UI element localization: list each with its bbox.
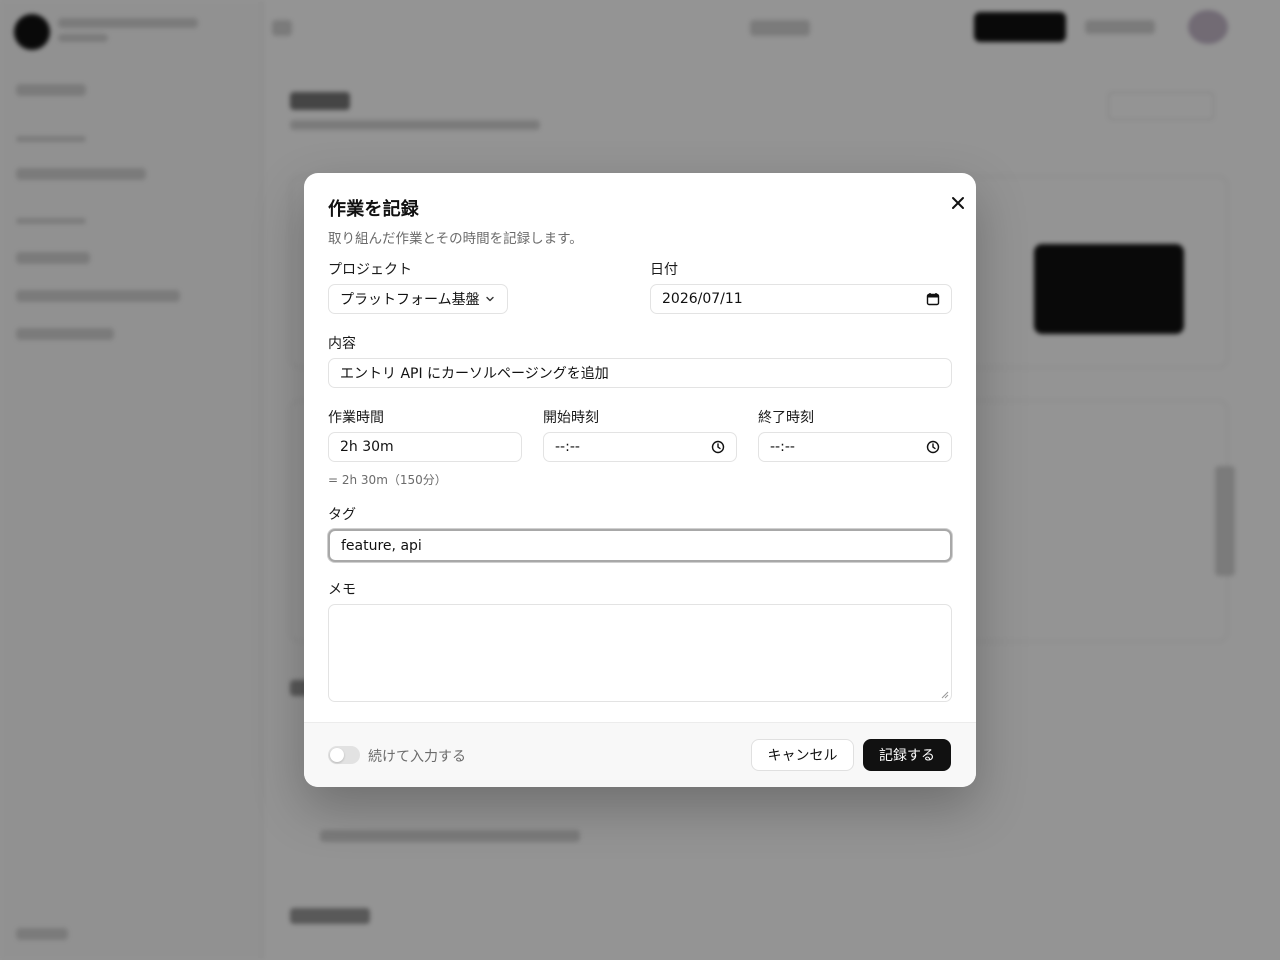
tags-input[interactable]: feature, api [328, 529, 952, 562]
duration-value: 2h 30m [340, 439, 394, 455]
end-time-label: 終了時刻 [758, 410, 814, 426]
close-button[interactable] [946, 191, 970, 215]
content-value: エントリ API にカーソルページングを追加 [340, 366, 609, 382]
project-label: プロジェクト [328, 262, 412, 278]
content-label: 内容 [328, 336, 356, 352]
duration-hint: = 2h 30m（150分） [328, 473, 447, 487]
submit-button[interactable]: 記録する [863, 739, 951, 771]
clock-icon[interactable] [926, 440, 940, 454]
resize-handle-icon[interactable] [941, 691, 949, 699]
project-select[interactable]: プラットフォーム基盤 [328, 284, 508, 314]
continue-toggle-label: 続けて入力する [368, 749, 466, 765]
continue-toggle[interactable] [328, 746, 360, 764]
duration-input[interactable]: 2h 30m [328, 432, 522, 462]
dialog-subtitle: 取り組んだ作業とその時間を記録します。 [328, 231, 583, 247]
start-time-label: 開始時刻 [543, 410, 599, 426]
tags-label: タグ [328, 507, 356, 523]
clock-icon[interactable] [711, 440, 725, 454]
start-time-input[interactable]: --:-- [543, 432, 737, 462]
dialog-title: 作業を記録 [328, 199, 419, 220]
content-input[interactable]: エントリ API にカーソルページングを追加 [328, 358, 952, 388]
memo-textarea[interactable] [328, 604, 952, 702]
end-time-input[interactable]: --:-- [758, 432, 952, 462]
chevron-down-icon [486, 296, 494, 302]
cancel-button[interactable]: キャンセル [751, 739, 854, 771]
tags-value: feature, api [341, 537, 422, 554]
log-work-dialog: 作業を記録 取り組んだ作業とその時間を記録します。 プロジェクト プラットフォー… [304, 173, 976, 787]
end-time-value: --:-- [770, 439, 795, 455]
date-input[interactable]: 2026/07/11 [650, 284, 952, 314]
toggle-knob [330, 748, 344, 762]
memo-label: メモ [328, 582, 356, 598]
calendar-icon[interactable] [926, 292, 940, 306]
date-label: 日付 [650, 262, 678, 278]
duration-label: 作業時間 [328, 410, 384, 426]
project-value: プラットフォーム基盤 [340, 292, 480, 308]
close-icon [952, 197, 964, 209]
dialog-footer: 続けて入力する キャンセル 記録する [304, 722, 976, 787]
date-value: 2026/07/11 [662, 291, 743, 307]
start-time-value: --:-- [555, 439, 580, 455]
